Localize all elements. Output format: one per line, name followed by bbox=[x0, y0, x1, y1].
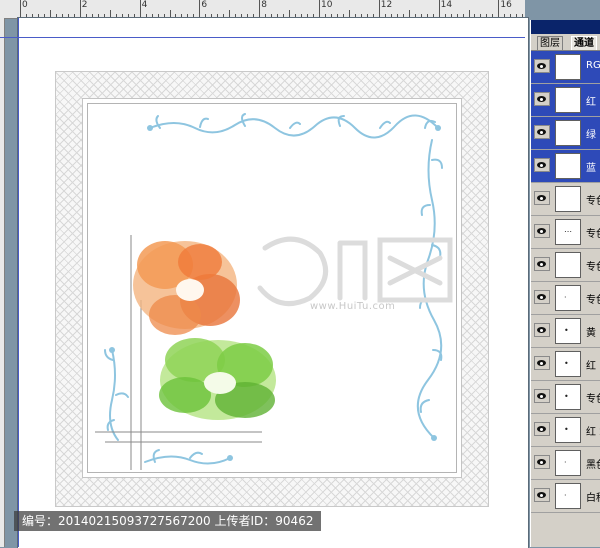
channel-name: 专色 bbox=[586, 196, 600, 207]
channel-name: 绿 bbox=[586, 130, 596, 141]
visibility-eye-icon[interactable] bbox=[534, 224, 550, 238]
tab-channels[interactable]: 通道 bbox=[571, 36, 597, 50]
visibility-eye-icon[interactable] bbox=[534, 422, 550, 436]
orange-flower bbox=[133, 241, 240, 335]
channel-name: 红 2 bbox=[586, 427, 600, 438]
thumbnail-mark: • bbox=[564, 425, 569, 434]
thumbnail-mark: · bbox=[564, 293, 567, 302]
image-caption: 编号：20140215093727567200 上传者ID：90462 bbox=[14, 511, 322, 531]
channel-row[interactable]: 绿 bbox=[531, 117, 600, 150]
panel-tabs: 图层 通道 bbox=[531, 34, 600, 51]
channel-name: 专色 bbox=[586, 394, 600, 405]
channel-row[interactable]: · 白稿 bbox=[531, 480, 600, 513]
channel-row[interactable]: 蓝 bbox=[531, 150, 600, 183]
channel-row[interactable]: 专色 bbox=[531, 183, 600, 216]
channel-name: 专色 bbox=[586, 229, 600, 240]
channel-thumbnail: · bbox=[555, 483, 581, 509]
channel-row[interactable]: • 专色 bbox=[531, 381, 600, 414]
channel-thumbnail: • bbox=[555, 384, 581, 410]
channel-thumbnail: · bbox=[555, 450, 581, 476]
visibility-eye-icon[interactable] bbox=[534, 389, 550, 403]
channel-row[interactable]: • 红 2 bbox=[531, 414, 600, 447]
channel-row[interactable]: • 红 bbox=[531, 348, 600, 381]
channel-name: 红 bbox=[586, 97, 596, 108]
visibility-eye-icon[interactable] bbox=[534, 191, 550, 205]
green-flower bbox=[159, 338, 276, 420]
visibility-eye-icon[interactable] bbox=[534, 356, 550, 370]
visibility-eye-icon[interactable] bbox=[534, 158, 550, 172]
channel-row[interactable]: 专色 bbox=[531, 249, 600, 282]
channel-name: 蓝 bbox=[586, 163, 596, 174]
channel-thumbnail bbox=[555, 54, 581, 80]
channel-thumbnail: • bbox=[555, 318, 581, 344]
channel-thumbnail bbox=[555, 120, 581, 146]
bottom-vine bbox=[144, 455, 231, 465]
channel-thumbnail: · bbox=[555, 285, 581, 311]
channel-row[interactable]: ⋯ 专色 bbox=[531, 216, 600, 249]
visibility-eye-icon[interactable] bbox=[534, 257, 550, 271]
watermark-url: www.HuiTu.com bbox=[310, 301, 396, 312]
channel-row[interactable]: RGB bbox=[531, 51, 600, 84]
thumbnail-mark: · bbox=[564, 491, 567, 500]
thumbnail-mark: • bbox=[564, 392, 569, 401]
channel-name: 白稿 bbox=[586, 493, 600, 504]
visibility-eye-icon[interactable] bbox=[534, 125, 550, 139]
visibility-eye-icon[interactable] bbox=[534, 92, 550, 106]
channel-thumbnail: • bbox=[555, 351, 581, 377]
channel-thumbnail bbox=[555, 186, 581, 212]
channel-thumbnail bbox=[555, 153, 581, 179]
channel-thumbnail: • bbox=[555, 417, 581, 443]
visibility-eye-icon[interactable] bbox=[534, 59, 550, 73]
channel-thumbnail bbox=[555, 87, 581, 113]
visibility-eye-icon[interactable] bbox=[534, 290, 550, 304]
thumbnail-mark: ⋯ bbox=[564, 227, 572, 236]
channel-row[interactable]: 红 bbox=[531, 84, 600, 117]
channel-thumbnail: ⋯ bbox=[555, 219, 581, 245]
thumbnail-mark: • bbox=[564, 359, 569, 368]
panel-title-bar[interactable] bbox=[531, 20, 600, 34]
top-vine bbox=[149, 114, 439, 139]
thumbnail-mark: · bbox=[564, 458, 567, 467]
channel-name: 红 bbox=[586, 361, 596, 372]
channel-thumbnail bbox=[555, 252, 581, 278]
channel-list: RGB红绿蓝专色⋯专色专色·专色•黄•红•专色•红 2·黑色·白稿 bbox=[531, 51, 600, 513]
visibility-eye-icon[interactable] bbox=[534, 488, 550, 502]
visibility-eye-icon[interactable] bbox=[534, 455, 550, 469]
channel-name: 黄 bbox=[586, 328, 596, 339]
channel-name: 专色 bbox=[586, 295, 600, 306]
channel-name: 黑色 bbox=[586, 460, 600, 471]
channel-row[interactable]: · 黑色 bbox=[531, 447, 600, 480]
channel-row[interactable]: · 专色 bbox=[531, 282, 600, 315]
channel-name: RGB bbox=[586, 60, 600, 71]
tab-layers[interactable]: 图层 bbox=[537, 36, 563, 50]
thumbnail-mark: • bbox=[564, 326, 569, 335]
channels-panel: 图层 通道 RGB红绿蓝专色⋯专色专色·专色•黄•红•专色•红 2·黑色·白稿 bbox=[530, 20, 600, 547]
visibility-eye-icon[interactable] bbox=[534, 323, 550, 337]
channel-name: 专色 bbox=[586, 262, 600, 273]
channel-row[interactable]: • 黄 bbox=[531, 315, 600, 348]
